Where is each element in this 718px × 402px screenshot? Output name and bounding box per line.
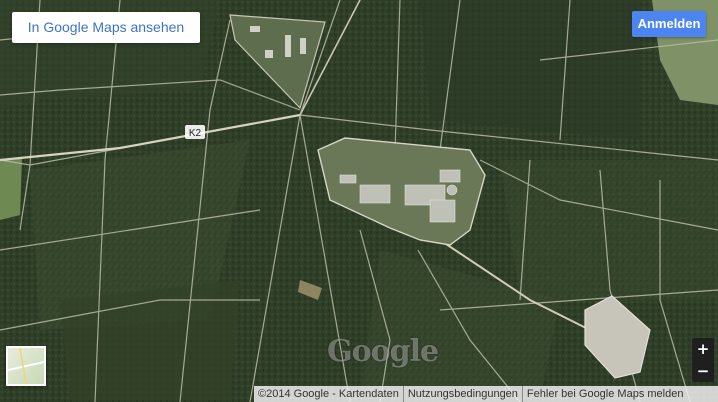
google-watermark: Google xyxy=(327,334,439,369)
sign-in-button[interactable]: Anmelden xyxy=(632,11,706,37)
open-in-google-maps-button[interactable]: In Google Maps ansehen xyxy=(12,12,200,43)
forest-compartment xyxy=(60,280,240,400)
attribution-bar: ©2014 Google - Kartendaten Nutzungsbedin… xyxy=(254,386,718,402)
zoom-control: + − xyxy=(692,338,714,382)
terms-link[interactable]: Nutzungsbedingungen xyxy=(402,386,522,402)
forest-compartment xyxy=(420,0,640,140)
report-error-link[interactable]: Fehler bei Google Maps melden xyxy=(521,386,688,402)
zoom-in-button[interactable]: + xyxy=(692,338,714,360)
clearing xyxy=(0,158,22,220)
road-map-icon xyxy=(8,348,44,384)
road-label-k2: K2 xyxy=(185,125,205,139)
road-label-text: K2 xyxy=(189,128,202,139)
map-type-thumbnail[interactable] xyxy=(6,346,46,386)
copyright-text: ©2014 Google - Kartendaten xyxy=(258,388,399,400)
zoom-out-button[interactable]: − xyxy=(692,360,714,382)
